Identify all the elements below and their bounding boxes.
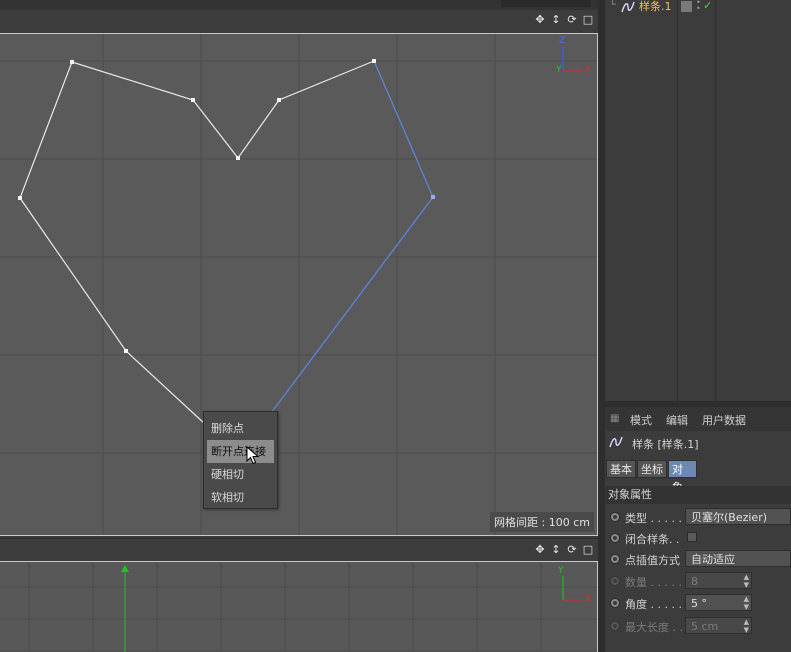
close-spline-checkbox[interactable] [687, 532, 697, 542]
enabled-check-icon[interactable]: ✓ [703, 0, 712, 12]
menu-edit[interactable]: 编辑 [666, 412, 688, 428]
prop-angle-label: 角度 . . . . . [625, 598, 682, 611]
spinner-icon: ▲ ▼ [743, 573, 749, 589]
attribute-title-text: 样条 [样条.1] [632, 438, 699, 451]
axis-x-label: X [585, 594, 592, 604]
spline-object-icon [621, 1, 635, 13]
viewport-header: ✥ ↕ ⟳ □ [0, 10, 603, 32]
animate-toggle[interactable] [610, 554, 620, 564]
menu-item-delete-point[interactable]: 删除点 [204, 417, 277, 440]
prop-count-row: 数量 . . . . . 8 ▲ ▼ [605, 571, 791, 592]
maximize-view-icon[interactable]: □ [581, 543, 595, 557]
viewport2-grid [0, 562, 597, 652]
tab-coordinates[interactable]: 坐标 [637, 460, 667, 478]
spinner-icon[interactable]: ▲ ▼ [744, 595, 749, 611]
grip-icon: ▦ [610, 413, 620, 424]
mouse-cursor-icon [246, 446, 260, 465]
axis-gizmo-2 [562, 576, 582, 601]
y-axis-arrow [121, 565, 129, 572]
menu-item-break-segment[interactable]: 断开点连接 [207, 440, 274, 463]
spline-segment-white[interactable] [19, 60, 375, 425]
axis-x-label: X [585, 65, 592, 75]
tab-object[interactable]: 对象 [668, 460, 697, 494]
prop-count-value: 8 [691, 575, 698, 588]
prop-maxlen-input: 5 cm ▲ ▼ [685, 617, 752, 634]
spline-points[interactable] [18, 59, 376, 353]
attribute-title: 样条 [样条.1] [605, 432, 791, 454]
prop-count-label: 数量 . . . . . [625, 576, 682, 589]
prop-count-input: 8 ▲ ▼ [685, 572, 752, 589]
axis-y-label: Y [556, 65, 562, 75]
prop-type-dropdown[interactable]: 贝塞尔(Bezier) [685, 508, 791, 525]
prop-type-label: 类型 . . . . . [625, 512, 682, 525]
viewport-grid [0, 34, 597, 535]
prop-close-row: 闭合样条. . [605, 528, 791, 549]
axis-y-label: Y [558, 566, 564, 576]
attribute-manager: ▦ 模式 编辑 用户数据 样条 [样条.1] 基本 坐标 对象 对象属性 类型 … [605, 407, 791, 652]
panel-separator [598, 0, 605, 652]
animate-toggle[interactable] [610, 533, 620, 543]
animate-toggle[interactable] [610, 512, 620, 522]
grid-spacing-label: 网格间距 : 100 cm [490, 512, 594, 532]
move-view-icon[interactable]: ✥ [533, 13, 547, 27]
prop-close-label: 闭合样条. . [625, 533, 680, 546]
object-name[interactable]: 样条.1 [639, 0, 672, 14]
toolbar-fragment [501, 0, 591, 7]
section-header: 对象属性 [605, 486, 791, 504]
prop-interp-label: 点插值方式 [625, 554, 680, 567]
prop-angle-input[interactable]: 5 ° ▲ ▼ [685, 594, 752, 611]
animate-toggle [610, 621, 620, 631]
rotate-view-icon[interactable]: ⟳ [565, 543, 579, 557]
spinner-icon: ▲ ▼ [743, 618, 749, 634]
prop-interp-row: 点插值方式 自动适应 [605, 549, 791, 570]
perspective-viewport[interactable]: Z Y X 网格间距 : 100 cm [0, 33, 598, 536]
animate-toggle[interactable] [610, 598, 620, 608]
secondary-viewport[interactable]: Y X [0, 561, 598, 652]
maximize-view-icon[interactable]: □ [581, 13, 595, 27]
attribute-menu-bar: ▦ 模式 编辑 用户数据 [605, 407, 791, 431]
rotate-view-icon[interactable]: ⟳ [565, 13, 579, 27]
object-row[interactable]: └ 样条.1 • • ✓ [605, 0, 791, 16]
dolly-view-icon[interactable]: ↕ [549, 543, 563, 557]
viewport2-canvas [0, 562, 597, 652]
dolly-view-icon[interactable]: ↕ [549, 13, 563, 27]
tab-basic[interactable]: 基本 [606, 460, 636, 478]
menu-item-hard-interpolation[interactable]: 硬相切 [204, 463, 277, 486]
tag-icon[interactable] [681, 1, 692, 12]
spline-object-icon [609, 436, 623, 448]
animate-toggle [610, 576, 620, 586]
prop-maxlen-value: 5 cm [691, 620, 719, 633]
prop-interp-dropdown[interactable]: 自动适应 [685, 550, 791, 567]
spline-point-selected[interactable] [431, 195, 435, 199]
visibility-dots-icon[interactable]: • • [696, 0, 701, 13]
move-view-icon[interactable]: ✥ [533, 543, 547, 557]
top-toolbar-strip [0, 0, 603, 10]
menu-user-data[interactable]: 用户数据 [702, 412, 746, 428]
prop-maxlen-label: 最大长度 . . [625, 621, 683, 634]
prop-angle-row: 角度 . . . . . 5 ° ▲ ▼ [605, 593, 791, 614]
prop-type-row: 类型 . . . . . 贝塞尔(Bezier) [605, 507, 791, 528]
prop-angle-value: 5 ° [691, 597, 707, 610]
menu-mode[interactable]: 模式 [630, 412, 652, 428]
menu-item-soft-interpolation[interactable]: 软相切 [204, 486, 277, 509]
spline-segment-blue[interactable] [267, 60, 434, 418]
context-menu: 删除点 断开点连接 硬相切 软相切 [203, 411, 278, 509]
axis-z-label: Z [559, 36, 566, 46]
viewport-canvas [0, 34, 597, 535]
prop-maxlen-row: 最大长度 . . 5 cm ▲ ▼ [605, 616, 791, 637]
axis-gizmo [562, 46, 582, 72]
viewport2-header: ✥ ↕ ⟳ □ [0, 538, 603, 562]
object-manager: └ 样条.1 • • ✓ [605, 0, 791, 401]
tree-branch-icon: └ [609, 0, 616, 11]
